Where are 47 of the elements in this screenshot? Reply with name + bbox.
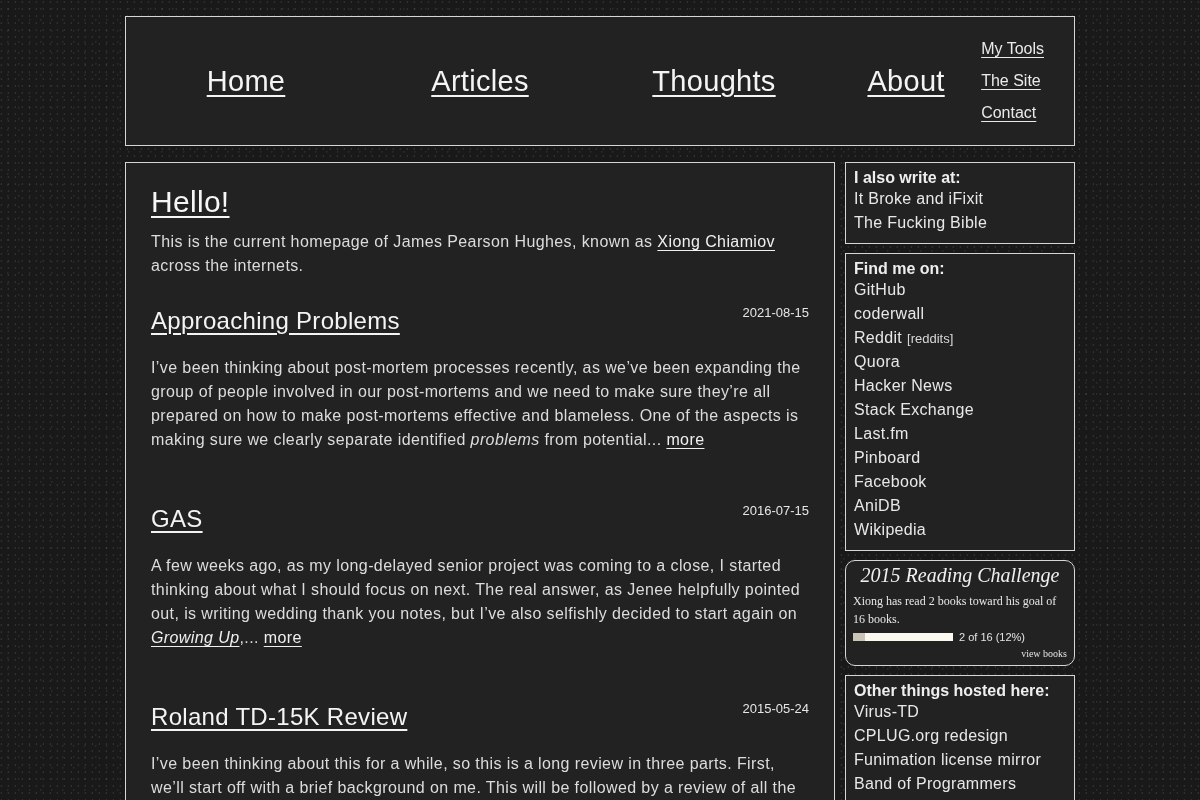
sidebar-link[interactable]: Last.fm [854, 422, 909, 446]
view-books-link[interactable]: view books [1021, 646, 1067, 662]
sidebar-heading: I also write at: [854, 169, 961, 187]
sidebar-heading: Find me on: [854, 260, 945, 278]
header-link[interactable]: My Tools [981, 33, 1044, 65]
sidebar-link[interactable]: Funimation license mirror [854, 748, 1042, 772]
nav-link[interactable]: Thoughts [652, 63, 776, 99]
sidebar-link[interactable]: Band of Programmers [854, 772, 1017, 796]
header-link[interactable]: The Site [981, 65, 1041, 97]
sidebar-heading: Other things hosted here: [854, 682, 1050, 700]
article-date: 2016-07-15 [742, 504, 809, 518]
sidebar-link[interactable]: Pinboard [854, 446, 921, 470]
profile-link[interactable]: Xiong Chiamiov [657, 233, 775, 250]
article-date: 2015-05-24 [742, 702, 809, 716]
title-link[interactable]: Growing Up [151, 629, 240, 646]
nav-link[interactable]: Articles [431, 63, 529, 99]
sidebar-link[interactable]: Hacker News [854, 374, 953, 398]
article-excerpt: I’ve been thinking about post-mortem processes recently, as we’ve been expanding the group of people involved in our post-mortems and we need to make sure they’re all prepared on how to make post-mortems effective and blameless. One of the aspects is making sure we clearly separate identified problems from potential... more [151, 358, 802, 450]
sidebar-link[interactable]: Quora [854, 350, 900, 374]
sidebar-link[interactable]: Facebook [854, 470, 927, 494]
heading-link[interactable]: Hello! [151, 185, 230, 219]
more-link[interactable]: more [666, 431, 705, 448]
sidebar-sublink[interactable]: [reddits] [907, 331, 954, 346]
sidebar-link[interactable]: coderwall [854, 302, 925, 326]
sidebar-link[interactable]: CPLUG.org redesign [854, 724, 1008, 748]
sidebar-link[interactable]: Reddit [854, 326, 903, 350]
sidebar-link[interactable]: Wikipedia [854, 518, 927, 542]
sidebar-link[interactable]: GitHub [854, 278, 906, 302]
article-title-link[interactable]: Approaching Problems [151, 306, 400, 336]
article-excerpt: A few weeks ago, as my long-delayed senior project was coming to a close, I started thinking about what I should focus on next. The real answer, as Jenee helpfully pointed out, is writing wedding thank you notes, but I’ve also selfishly decided to start again on Growing Up,... more [151, 556, 802, 648]
progress-reading: 2 of 16 (12%) [959, 631, 1026, 643]
sidebar-link[interactable]: Stack Exchange [854, 398, 974, 422]
sidebar-link[interactable]: Virus-TD [854, 700, 920, 724]
sidebar-link[interactable]: AniDB [854, 494, 901, 518]
sidebar-link[interactable]: The Fucking Bible [854, 211, 988, 235]
header-link[interactable]: Contact [981, 97, 1037, 129]
challenge-text: Xiong has read 2 books toward his goal of 16 books. [853, 593, 1058, 628]
article-title-link[interactable]: Roland TD-15K Review [151, 702, 408, 732]
intro-text: This is the current homepage of James Pearson Hughes, known as Xiong Chiamiov across the internets. [151, 232, 776, 276]
article-date: 2021-08-15 [742, 306, 809, 320]
sidebar-link[interactable]: It Broke and iFixit [854, 187, 984, 211]
challenge-title: 2015 Reading Challenge [860, 563, 1060, 587]
nav-link[interactable]: Home [206, 63, 286, 99]
more-link[interactable]: more [263, 629, 302, 646]
article-title-link[interactable]: GAS [151, 504, 203, 534]
nav-link[interactable]: About [867, 63, 945, 99]
article-excerpt: I’ve been thinking about this for a while, so this is a long review in three parts. First, we’ll start off with a brief background on me. This will be followed by a review of all the [151, 754, 797, 798]
